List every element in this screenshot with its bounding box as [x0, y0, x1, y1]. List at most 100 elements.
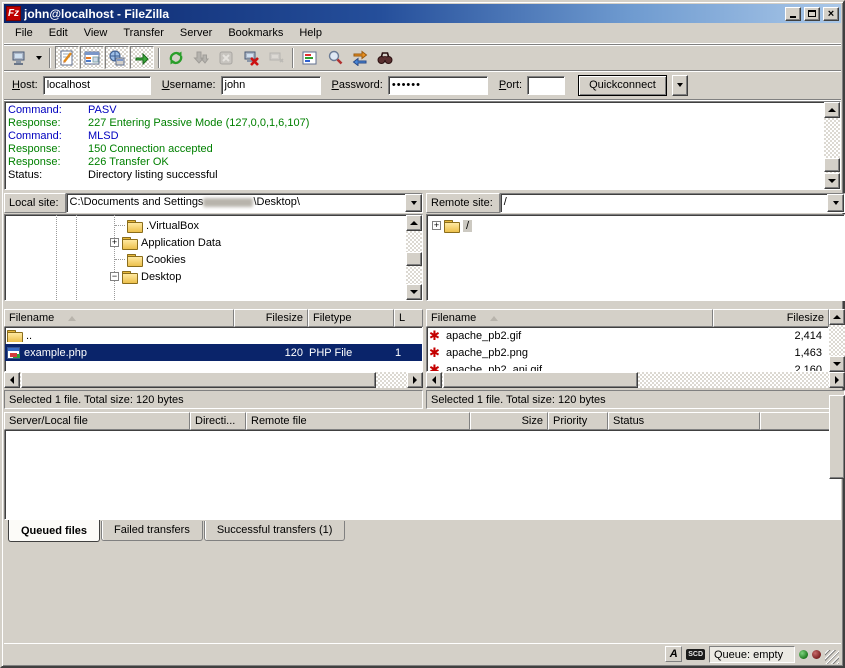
menu-file[interactable]: File: [8, 24, 40, 42]
column-header-filename[interactable]: Filename: [426, 309, 713, 327]
scroll-right-button[interactable]: [829, 372, 845, 388]
menu-server[interactable]: Server: [173, 24, 219, 42]
scrollbar-thumb[interactable]: [829, 395, 845, 479]
menu-edit[interactable]: Edit: [42, 24, 75, 42]
quickconnect-dropdown[interactable]: [672, 75, 688, 96]
file-row[interactable]: ✱apache_pb2.gif2,414: [427, 327, 828, 344]
local-tree-vertical-scrollbar[interactable]: [406, 215, 422, 300]
log-line: Response:227 Entering Passive Mode (127,…: [8, 117, 824, 130]
expand-plus-icon[interactable]: +: [432, 221, 441, 230]
local-site-combo[interactable]: C:\Documents and Settings\Desktop\: [66, 193, 423, 213]
tab-successful-transfers[interactable]: Successful transfers (1): [204, 521, 346, 541]
expand-plus-icon[interactable]: +: [110, 238, 119, 247]
site-manager-icon: [11, 50, 27, 66]
file-row-example-php[interactable]: example.php 120 PHP File 1: [5, 344, 422, 361]
column-header-remote-file[interactable]: Remote file: [246, 412, 470, 430]
tree-item-desktop[interactable]: −Desktop: [5, 268, 406, 285]
local-horizontal-scrollbar[interactable]: [4, 372, 423, 388]
refresh-button[interactable]: [164, 46, 188, 69]
tree-item-cookies[interactable]: Cookies: [5, 251, 406, 268]
arrow-up-icon: [828, 108, 836, 112]
tree-item-application-data[interactable]: +Application Data: [5, 234, 406, 251]
arrow-down-icon: [410, 290, 418, 294]
queue-tabs: Queued files Failed transfers Successful…: [4, 521, 841, 544]
toggle-local-tree-button[interactable]: [80, 46, 104, 69]
find-files-button[interactable]: [373, 46, 397, 69]
tab-failed-transfers[interactable]: Failed transfers: [101, 521, 203, 541]
ascii-transfer-type-indicator[interactable]: A: [665, 646, 682, 662]
filter-button[interactable]: [298, 46, 322, 69]
remote-file-list: ✱apache_pb2.gif2,414 ✱apache_pb2.png1,46…: [426, 327, 829, 372]
log-vertical-scrollbar[interactable]: [824, 102, 840, 189]
column-header-filesize[interactable]: Filesize: [234, 309, 308, 327]
speed-limits-icon[interactable]: SCD: [686, 649, 705, 660]
file-row[interactable]: ✱apache_pb2_ani.gif2,160: [427, 361, 828, 371]
scroll-right-button[interactable]: [407, 372, 423, 388]
scroll-down-button[interactable]: [824, 173, 840, 189]
tree-item-root[interactable]: + /: [427, 217, 844, 234]
folder-icon: [122, 237, 137, 249]
column-header-priority[interactable]: Priority: [548, 412, 608, 430]
process-queue-button[interactable]: [189, 46, 213, 69]
scrollbar-thumb[interactable]: [21, 372, 376, 388]
tab-queued-files[interactable]: Queued files: [8, 520, 100, 542]
resize-grip[interactable]: [825, 650, 839, 664]
local-file-list: .. example.php 120 PHP File 1: [4, 327, 423, 372]
scroll-left-button[interactable]: [426, 372, 442, 388]
folder-icon: [127, 220, 142, 232]
menu-view[interactable]: View: [77, 24, 115, 42]
local-site-dropdown[interactable]: [405, 194, 422, 212]
title-bar[interactable]: Fz john@localhost - FileZilla ×: [4, 4, 841, 23]
menu-bookmarks[interactable]: Bookmarks: [221, 24, 290, 42]
scrollbar-thumb[interactable]: [406, 252, 422, 266]
minimize-button[interactable]: [785, 7, 801, 21]
file-row-parent-dir[interactable]: ..: [5, 327, 422, 344]
directory-comparison-button[interactable]: [323, 46, 347, 69]
column-header-direction[interactable]: Directi...: [190, 412, 246, 430]
host-input[interactable]: localhost: [43, 76, 151, 95]
disconnect-button[interactable]: [239, 46, 263, 69]
maximize-button[interactable]: [804, 7, 820, 21]
scroll-up-button[interactable]: [824, 102, 840, 118]
scrollbar-thumb[interactable]: [824, 158, 840, 172]
column-header-filesize[interactable]: Filesize: [713, 309, 829, 327]
site-manager-dropdown[interactable]: [32, 46, 45, 69]
column-header-server-local-file[interactable]: Server/Local file: [4, 412, 190, 430]
username-input[interactable]: john: [221, 76, 321, 95]
column-header-filename[interactable]: Filename: [4, 309, 234, 327]
activity-led-green-icon: [799, 650, 808, 659]
password-input[interactable]: ••••••: [388, 76, 488, 95]
toggle-message-log-button[interactable]: [55, 46, 79, 69]
site-manager-button[interactable]: [7, 46, 31, 69]
transfer-queue: Server/Local file Directi... Remote file…: [4, 412, 841, 520]
tree-item-virtualbox[interactable]: .VirtualBox: [5, 217, 406, 234]
queue-list-body[interactable]: [4, 430, 841, 520]
menu-help[interactable]: Help: [292, 24, 329, 42]
toggle-queue-button[interactable]: [130, 46, 154, 69]
scroll-left-button[interactable]: [4, 372, 20, 388]
column-header-modified[interactable]: L: [394, 309, 423, 327]
column-header-size[interactable]: Size: [470, 412, 548, 430]
remote-site-combo[interactable]: /: [500, 193, 845, 213]
scrollbar-thumb[interactable]: [443, 372, 638, 388]
toggle-remote-tree-button[interactable]: [105, 46, 129, 69]
remote-vertical-scrollbar[interactable]: [829, 309, 845, 372]
remote-site-dropdown[interactable]: [827, 194, 844, 212]
scroll-up-button[interactable]: [829, 309, 845, 325]
scroll-down-button[interactable]: [406, 284, 422, 300]
port-input[interactable]: [527, 76, 565, 95]
remote-horizontal-scrollbar[interactable]: [426, 372, 845, 388]
reconnect-button[interactable]: [264, 46, 288, 69]
scroll-up-button[interactable]: [406, 215, 422, 231]
column-header-status[interactable]: Status: [608, 412, 760, 430]
file-row[interactable]: ✱apache_pb2.png1,463: [427, 344, 828, 361]
collapse-minus-icon[interactable]: −: [110, 272, 119, 281]
column-header-filetype[interactable]: Filetype: [308, 309, 394, 327]
menu-bar: File Edit View Transfer Server Bookmarks…: [4, 23, 841, 44]
quickconnect-button[interactable]: Quickconnect: [578, 75, 667, 96]
synchronized-browsing-button[interactable]: [348, 46, 372, 69]
menu-transfer[interactable]: Transfer: [116, 24, 171, 42]
close-button[interactable]: ×: [823, 7, 839, 21]
cancel-operation-button[interactable]: [214, 46, 238, 69]
scroll-down-button[interactable]: [829, 356, 845, 372]
